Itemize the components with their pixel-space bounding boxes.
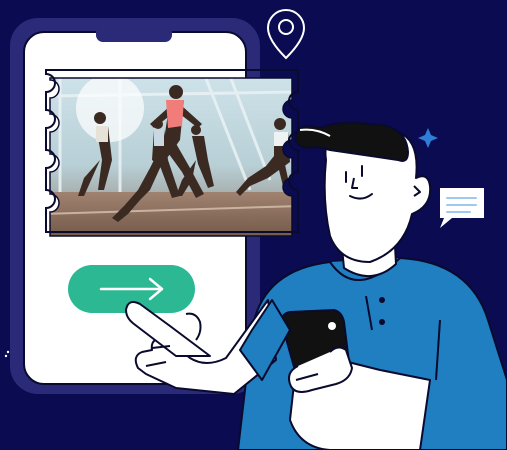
runners-photo [45, 69, 299, 237]
sparkle-icon [418, 128, 438, 148]
decorative-dots [4, 350, 10, 358]
location-pin-icon [266, 9, 306, 60]
illustration-scene [4, 9, 507, 450]
phone-notch [96, 26, 172, 42]
chat-bubble-icon [440, 188, 484, 228]
